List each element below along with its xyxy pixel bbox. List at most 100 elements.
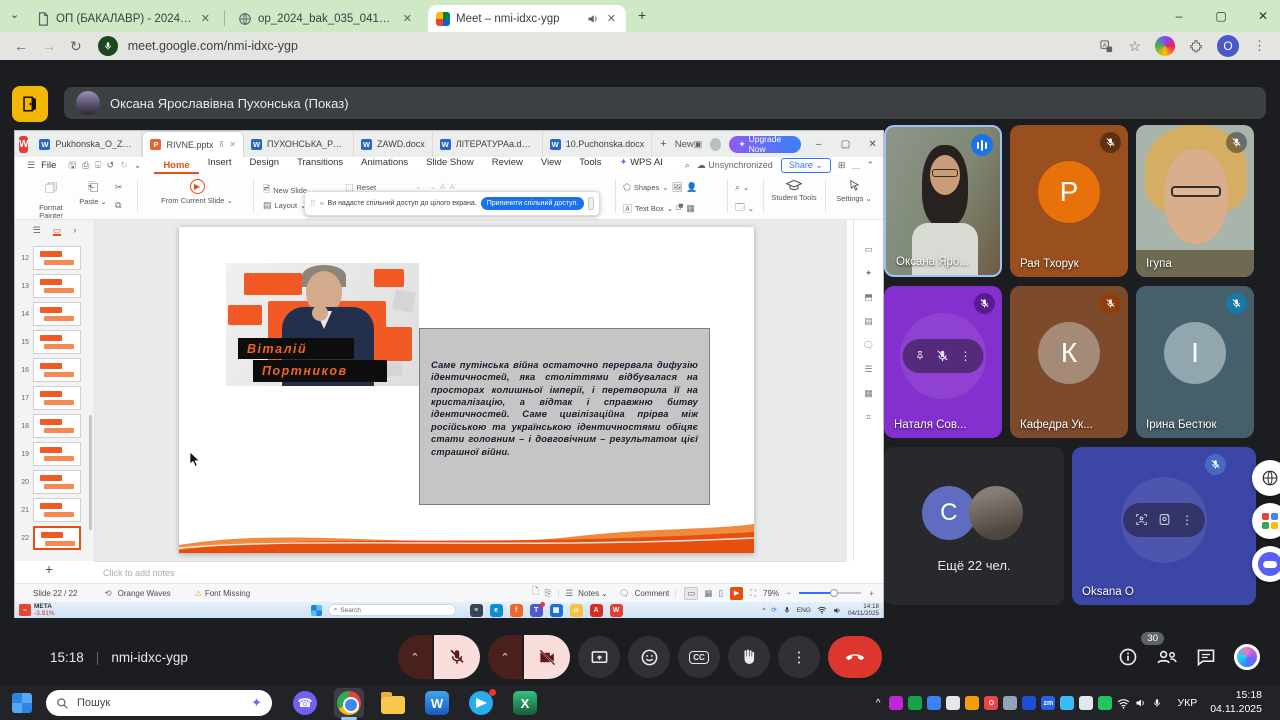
tray-speaker-icon[interactable] <box>1135 697 1147 709</box>
slide-thumbnail[interactable]: 15 <box>15 328 91 356</box>
card-app[interactable] <box>1079 696 1093 710</box>
panel-expand-icon[interactable]: › <box>73 225 76 235</box>
captions-button[interactable]: CC <box>678 636 720 678</box>
page-icon[interactable]: 🗋 <box>532 586 539 600</box>
drag-handle-icon[interactable]: ⠿ <box>310 199 316 208</box>
edge-browser[interactable]: e <box>490 604 503 617</box>
cut-icon[interactable]: ✂ <box>115 182 123 193</box>
frame-person-icon[interactable] <box>1135 513 1148 526</box>
back-icon[interactable]: ← <box>14 38 28 54</box>
copy-icon[interactable]: ⧉ <box>115 200 121 211</box>
slide-thumbnail[interactable]: 18 <box>15 412 91 440</box>
panel-scrollbar[interactable] <box>89 415 92 530</box>
opera-browser[interactable]: O <box>984 696 998 710</box>
toast-minimize-button[interactable] <box>588 197 594 210</box>
wps-search-icon[interactable]: ⌕ <box>682 160 693 171</box>
more-commands-chevron-icon[interactable]: ⌄ <box>131 160 145 171</box>
close-tab-icon[interactable]: ✕ <box>401 12 414 25</box>
store[interactable]: ▦ <box>550 604 563 617</box>
properties-panel-icon[interactable]: ▭ <box>864 244 873 255</box>
taskbar-clock[interactable]: 15:1804.11.2025 <box>1210 689 1262 716</box>
print-icon[interactable]: ⌺ <box>92 160 103 171</box>
tile-igupa[interactable]: Ігупа <box>1136 125 1254 277</box>
yellow-door-extension-icon[interactable] <box>12 86 48 122</box>
menu-item[interactable]: Insert <box>199 157 241 174</box>
start-button[interactable] <box>12 693 32 713</box>
browser-tab-2[interactable]: op_2024_bak_035_041_fr.pdf ✕ <box>230 5 422 32</box>
collapse-ribbon-icon[interactable]: ⌃ <box>863 160 877 171</box>
inner-tray-chevron-icon[interactable]: ^ <box>762 607 765 614</box>
translate-fab[interactable] <box>1252 460 1280 496</box>
wps-account-avatar[interactable] <box>710 138 721 151</box>
menu-item[interactable]: View <box>532 157 570 174</box>
camera-app[interactable] <box>1003 696 1017 710</box>
browser-tab-meet-active[interactable]: Meet – nmi-idxc-ygp ✕ <box>428 5 626 32</box>
mic-in-use-site-icon[interactable] <box>98 36 118 56</box>
wps-doc-tab[interactable]: W ПУХОНСЬКА_РУКОПИ <box>244 131 354 157</box>
chat-panel-icon[interactable] <box>1196 647 1216 667</box>
tile-raya-tkhoruk[interactable]: P Рая Тхорук <box>1010 125 1128 277</box>
viber-app[interactable]: ☎ <box>290 688 320 718</box>
browser-profile-avatar[interactable]: O <box>1217 35 1239 57</box>
menu-item[interactable]: Home <box>154 157 198 174</box>
word-app[interactable]: W <box>422 688 452 718</box>
inner-search-box[interactable]: ⌕ Search <box>328 604 456 616</box>
theme-name[interactable]: ⟲Orange Waves <box>101 588 170 599</box>
wps-close-icon[interactable]: ✕ <box>863 139 882 150</box>
from-current-slide-button[interactable]: ▶ From Current Slide ⌄ <box>145 179 249 205</box>
wps-office[interactable]: W <box>610 604 623 617</box>
menu-item[interactable]: ✦ WPS AI <box>610 157 671 174</box>
ribbon-more-icon[interactable]: … <box>848 161 863 171</box>
shared-screen-wps-window[interactable]: W W Pukhonska_O_Zakod P RIVNE.pptx <box>14 130 884 618</box>
menu-item[interactable]: Slide Show <box>417 157 483 174</box>
inner-sync-icon[interactable]: ⟳ <box>771 606 776 614</box>
notepad[interactable]: ≡ <box>470 604 483 617</box>
browser-tab-1[interactable]: ОП (БАКАЛАВР) - 2024 рік впр ✕ <box>28 5 220 32</box>
select-button[interactable]: 🗔 ⌄ <box>735 200 754 216</box>
present-screen-button[interactable] <box>578 636 620 678</box>
lightning-app[interactable] <box>927 696 941 710</box>
tile-kafedra[interactable]: К Кафедра Ук... <box>1010 286 1128 438</box>
slide-thumbnail[interactable]: 19 <box>15 440 91 468</box>
firefox-browser[interactable]: f <box>510 604 523 617</box>
paste-button[interactable]: ⎗ Paste ⌄ <box>75 179 111 206</box>
inner-lang-indicator[interactable]: ENG <box>797 607 811 614</box>
transition-panel-icon[interactable]: ⬒ <box>864 292 873 303</box>
translate-icon[interactable]: A <box>1099 39 1114 54</box>
comment-panel-icon[interactable]: 🗨 <box>863 340 874 351</box>
mic-off-icon[interactable] <box>936 349 950 363</box>
window-maximize-button[interactable]: ▢ <box>1206 4 1236 28</box>
reading-view-icon[interactable]: ▯ <box>718 588 723 599</box>
window-minimize-button[interactable]: – <box>1164 4 1194 28</box>
save-icon[interactable]: 🖫 <box>65 158 79 174</box>
file-explorer-app[interactable] <box>378 688 408 718</box>
slide-text-box[interactable]: Саме путінська війна остаточно перервала… <box>419 328 710 505</box>
font-missing-warning[interactable]: ⚠Font Missing <box>195 589 251 598</box>
new-doc-plus-icon[interactable]: + <box>660 138 666 150</box>
effects-icon[interactable] <box>1158 513 1171 526</box>
cup-app[interactable] <box>946 696 960 710</box>
tray-mic-icon[interactable] <box>1152 697 1162 709</box>
wps-doc-tab[interactable]: P RIVNE.pptx ⊼ ✕ <box>142 131 244 157</box>
stop-sharing-button[interactable]: Припинити спільний доступ. <box>481 197 585 210</box>
sorter-view-icon[interactable]: ▦ <box>704 588 712 599</box>
wps-restore-icon[interactable]: ▢ <box>836 139 855 150</box>
tray-wifi-icon[interactable] <box>1117 698 1130 709</box>
excel-app[interactable]: X <box>510 688 540 718</box>
pin-icon[interactable] <box>915 350 926 361</box>
selection-panel-icon[interactable]: ☰ <box>864 364 872 375</box>
fit-slide-icon[interactable]: ⛶ <box>750 588 756 599</box>
wps-doc-tab[interactable]: W 10.Puchonska.docx <box>543 131 653 157</box>
find-button[interactable]: ⌕ ⌄ <box>735 182 749 193</box>
extension-brain-icon[interactable] <box>1234 644 1260 670</box>
menu-item[interactable]: Animations <box>352 157 417 174</box>
menu-item[interactable]: Review <box>483 157 532 174</box>
wps-minimize-icon[interactable]: – <box>809 139 828 150</box>
language-indicator[interactable]: УКР <box>1177 697 1197 709</box>
speaker-name-line2[interactable]: Портников <box>253 360 387 382</box>
inner-start-button[interactable] <box>311 605 322 616</box>
new-tab-icon[interactable]: + <box>638 7 646 23</box>
color-app[interactable] <box>889 696 903 710</box>
inner-speaker-icon[interactable] <box>833 606 842 615</box>
pin-icon[interactable]: ⊼ <box>218 140 224 149</box>
